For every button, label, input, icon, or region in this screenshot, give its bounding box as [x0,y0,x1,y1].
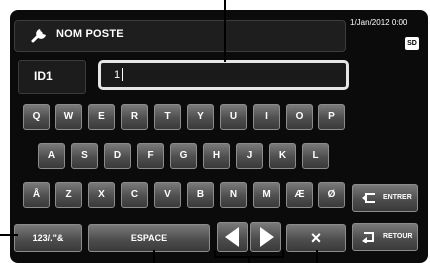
callout-line-input [224,0,226,62]
key-p[interactable]: P [318,104,345,130]
key-h[interactable]: H [203,143,230,169]
key-f[interactable]: F [137,143,164,169]
cursor-left-button[interactable] [217,222,248,252]
callout-line-symbols [0,234,18,236]
back-button[interactable]: RETOUR [352,223,418,251]
page-title: NOM POSTE [56,28,124,40]
sd-card-icon: SD [405,37,419,50]
key-q[interactable]: Q [23,104,50,130]
key-z[interactable]: Z [55,182,82,208]
key-n[interactable]: N [220,182,247,208]
key-w[interactable]: W [55,104,82,130]
key-v[interactable]: V [154,182,181,208]
key-y[interactable]: Y [187,104,214,130]
callout-line-arrows [248,256,250,263]
wrench-icon [31,29,46,43]
key-s[interactable]: S [71,143,98,169]
back-label: RETOUR [383,233,413,240]
left-arrow-icon [224,227,239,247]
enter-label: ENTRER [383,194,412,201]
key-k[interactable]: K [269,143,296,169]
key-ae[interactable]: Æ [286,182,313,208]
callout-bracket-right [282,250,284,258]
key-c[interactable]: C [121,182,148,208]
key-g[interactable]: G [170,143,197,169]
enter-button[interactable]: ENTRER [352,184,418,212]
text-cursor [122,68,123,81]
name-input-field[interactable] [98,60,349,90]
callout-bracket-left [214,250,216,258]
symbols-button[interactable]: 123/."& [14,224,82,252]
enter-icon [362,193,375,203]
space-button[interactable]: ESPACE [88,224,210,252]
key-d[interactable]: D [104,143,131,169]
key-e[interactable]: E [88,104,115,130]
key-x[interactable]: X [88,182,115,208]
key-o-slash[interactable]: Ø [318,182,345,208]
key-u[interactable]: U [220,104,247,130]
key-r[interactable]: R [121,104,148,130]
input-value: 1 [114,69,121,81]
cursor-right-button[interactable] [250,222,281,252]
right-arrow-icon [259,227,274,247]
key-a-ring[interactable]: Å [23,182,50,208]
key-l[interactable]: L [302,143,329,169]
key-m[interactable]: M [253,182,280,208]
datetime-display: 1/Jan/2012 0:00 [350,18,408,27]
return-icon [362,232,374,243]
callout-line-space [153,250,155,263]
key-a[interactable]: A [38,143,65,169]
key-b[interactable]: B [187,182,214,208]
key-o[interactable]: O [286,104,313,130]
callout-line-delete [316,250,318,263]
key-i[interactable]: I [253,104,280,130]
field-label: ID1 [34,69,53,83]
key-t[interactable]: T [154,104,181,130]
key-j[interactable]: J [236,143,263,169]
delete-button[interactable]: × [286,224,346,252]
